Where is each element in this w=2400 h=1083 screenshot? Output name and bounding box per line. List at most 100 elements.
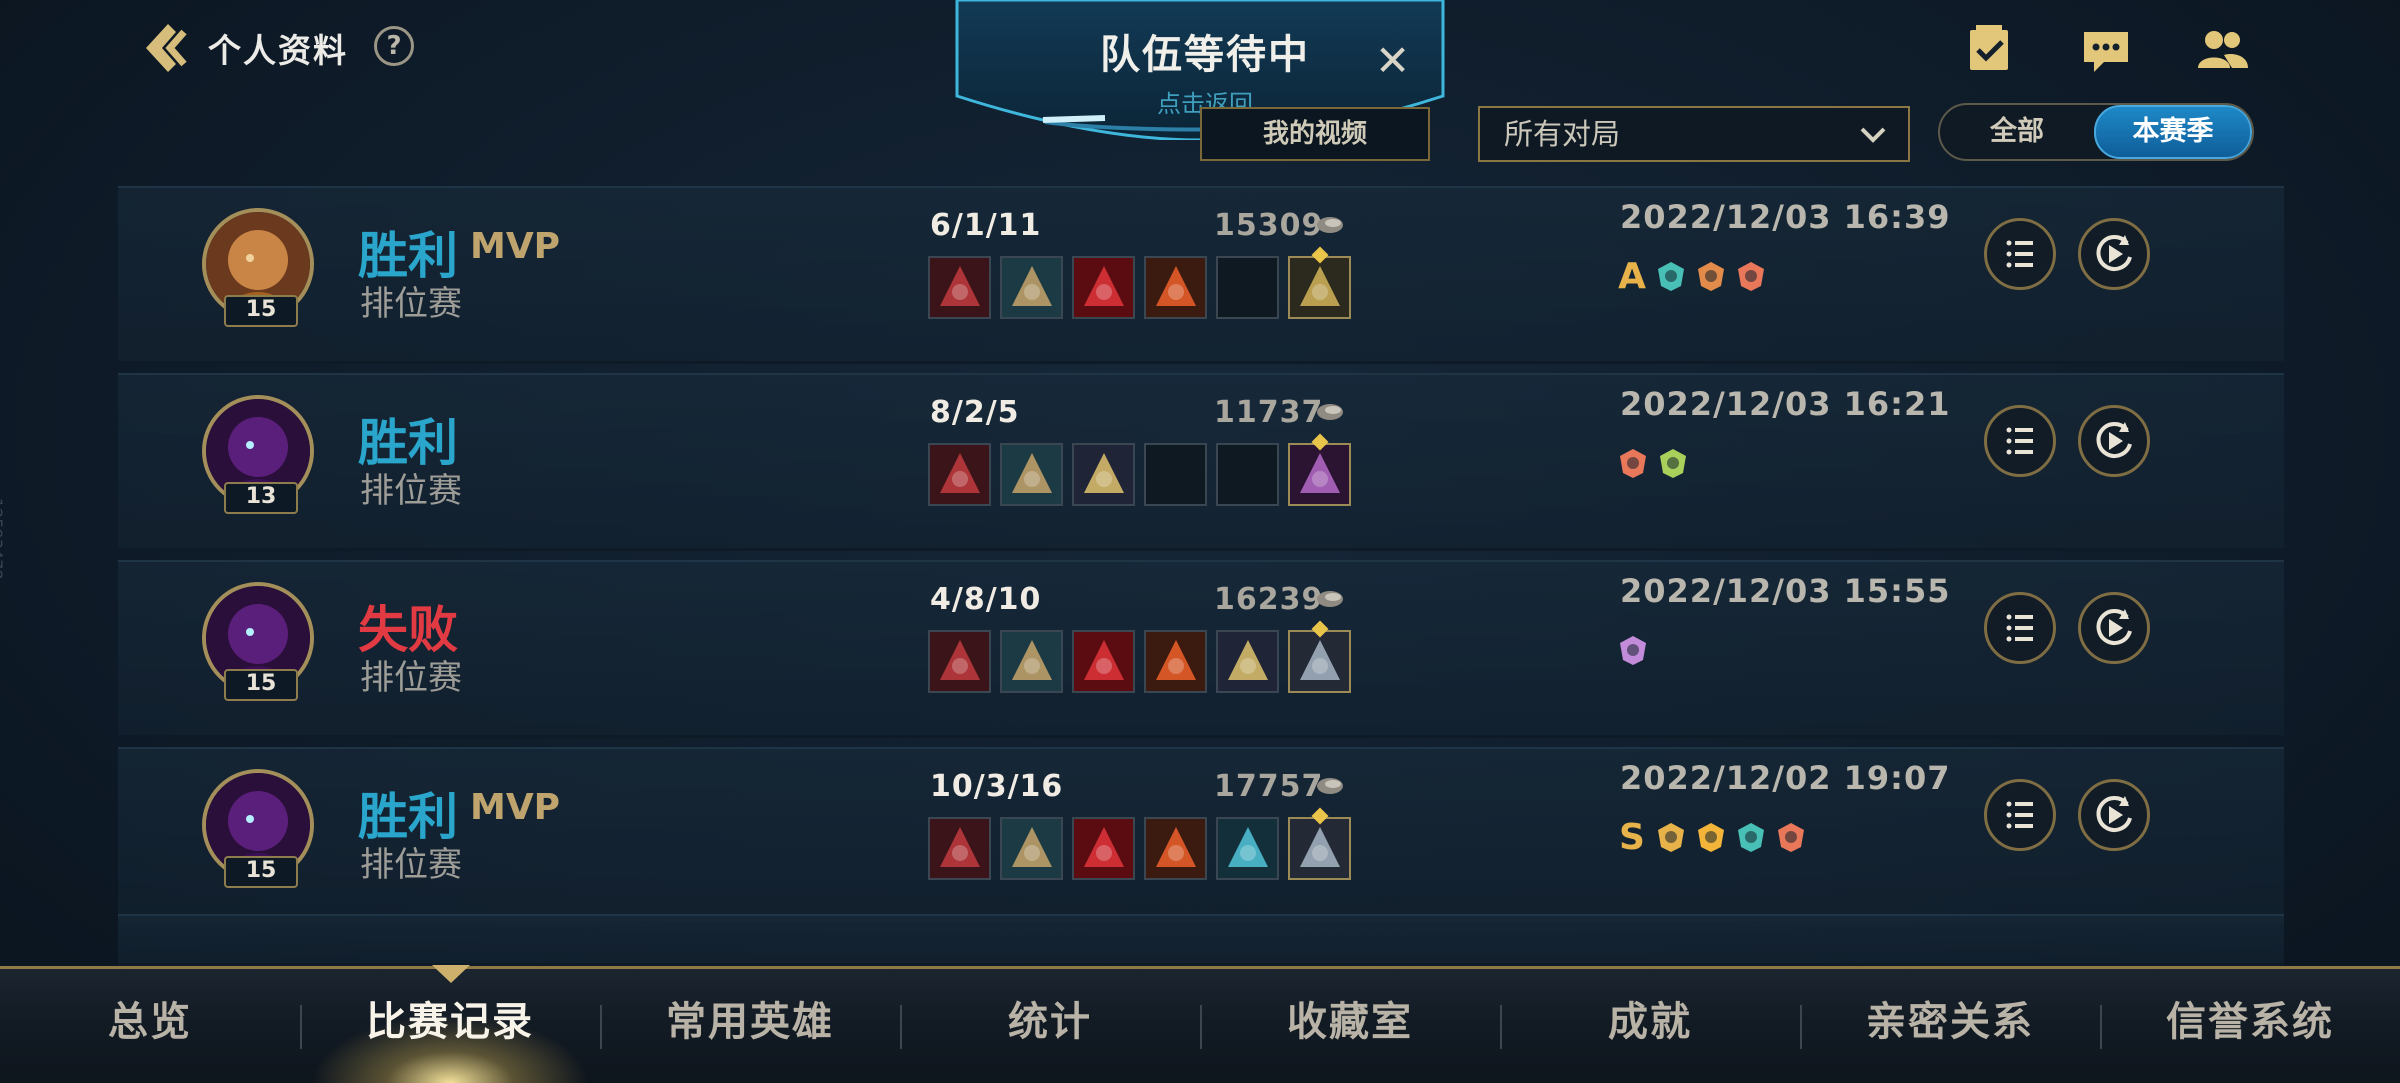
nav-tab[interactable]: 收藏室 bbox=[1200, 989, 1500, 1047]
nav-tab[interactable]: 比赛记录 bbox=[300, 989, 600, 1047]
blade-item-icon[interactable] bbox=[928, 256, 991, 319]
gauntlet-item-icon[interactable] bbox=[1000, 256, 1063, 319]
empty-item-slot[interactable] bbox=[1216, 443, 1279, 506]
toggle-this-season[interactable]: 本赛季 bbox=[2094, 105, 2252, 159]
close-icon[interactable]: ✕ bbox=[1375, 36, 1410, 85]
achievement-badges bbox=[1616, 630, 1650, 670]
scale-item-icon[interactable] bbox=[1216, 817, 1279, 880]
star-item-icon[interactable] bbox=[1072, 443, 1135, 506]
match-row[interactable]: 15 失败 排位赛 4/8/10 16239 2022/12/03 15:55 bbox=[118, 560, 2284, 738]
star-item-icon[interactable] bbox=[1216, 630, 1279, 693]
side-id-tag: 12593478 bbox=[0, 498, 6, 580]
replay-button[interactable] bbox=[2078, 405, 2150, 477]
match-details-button[interactable] bbox=[1984, 218, 2056, 290]
help-icon[interactable]: ? bbox=[374, 26, 414, 66]
match-details-button[interactable] bbox=[1984, 779, 2056, 851]
nav-tab[interactable]: 亲密关系 bbox=[1800, 989, 2100, 1047]
kda: 6/1/11 bbox=[930, 208, 1042, 243]
champion-level: 15 bbox=[224, 295, 298, 327]
replay-icon bbox=[2096, 422, 2132, 458]
nav-separator bbox=[1200, 1005, 1202, 1049]
list-icon bbox=[2006, 427, 2033, 455]
coin-icon bbox=[1317, 217, 1343, 233]
match-datetime: 2022/12/02 19:07 bbox=[1620, 759, 1951, 797]
flower-badge-icon bbox=[1778, 823, 1804, 852]
blade-item-icon[interactable] bbox=[928, 817, 991, 880]
replay-button[interactable] bbox=[2078, 779, 2150, 851]
flame-item-icon[interactable] bbox=[1144, 630, 1207, 693]
achievement-badges: S bbox=[1616, 817, 1808, 858]
fire-badge-icon bbox=[1698, 823, 1724, 852]
boots-item-icon[interactable] bbox=[1288, 433, 1351, 506]
season-toggle[interactable]: 全部 本赛季 bbox=[1938, 103, 2254, 161]
flame-item-icon[interactable] bbox=[1144, 256, 1207, 319]
match-filter-select[interactable]: 所有对局 bbox=[1478, 106, 1910, 162]
match-score: 17757 bbox=[1214, 769, 1324, 804]
match-datetime: 2022/12/03 16:39 bbox=[1620, 198, 1951, 236]
nav-separator bbox=[1800, 1005, 1802, 1049]
my-videos-button[interactable]: 我的视频 bbox=[1200, 107, 1430, 161]
match-filter-value: 所有对局 bbox=[1504, 117, 1621, 151]
helm-item-icon[interactable] bbox=[1288, 620, 1351, 693]
claw-item-icon[interactable] bbox=[1072, 630, 1135, 693]
gauntlet-item-icon[interactable] bbox=[1000, 443, 1063, 506]
blade-item-icon[interactable] bbox=[928, 443, 991, 506]
armor-item-icon[interactable] bbox=[1288, 246, 1351, 319]
claw-item-icon[interactable] bbox=[1072, 817, 1135, 880]
match-score: 16239 bbox=[1214, 582, 1324, 617]
shield-badge-icon bbox=[1658, 262, 1684, 291]
achievement-badges: A bbox=[1616, 255, 1768, 297]
list-icon bbox=[2006, 801, 2033, 829]
nav-tab[interactable]: 统计 bbox=[900, 989, 1200, 1047]
champion-level: 13 bbox=[224, 482, 298, 514]
gauntlet-item-icon[interactable] bbox=[1000, 817, 1063, 880]
blade-item-icon[interactable] bbox=[928, 630, 991, 693]
nav-separator bbox=[1500, 1005, 1502, 1049]
chat-icon[interactable] bbox=[2078, 22, 2134, 78]
match-row[interactable]: 13 胜利 排位赛 8/2/5 11737 2022/12/03 16:21 bbox=[118, 373, 2284, 551]
flower-badge-icon bbox=[1620, 449, 1646, 478]
toggle-all[interactable]: 全部 bbox=[1940, 105, 2094, 159]
nav-tab[interactable]: 总览 bbox=[0, 989, 300, 1047]
grade-badge: A bbox=[1618, 255, 1646, 297]
mvp-badge: MVP bbox=[470, 787, 561, 828]
replay-button[interactable] bbox=[2078, 592, 2150, 664]
match-mode: 排位赛 bbox=[360, 845, 462, 885]
nav-tab[interactable]: 常用英雄 bbox=[600, 989, 900, 1047]
match-details-button[interactable] bbox=[1984, 405, 2056, 477]
helm-item-icon[interactable] bbox=[1288, 807, 1351, 880]
replay-icon bbox=[2096, 235, 2132, 271]
nav-separator bbox=[600, 1005, 602, 1049]
match-row-partial[interactable] bbox=[118, 914, 2284, 966]
kda: 10/3/16 bbox=[930, 769, 1064, 804]
back-arrow-icon[interactable] bbox=[138, 18, 194, 78]
friends-icon[interactable] bbox=[2194, 22, 2250, 78]
item-slots bbox=[928, 620, 1351, 693]
flame-item-icon[interactable] bbox=[1144, 817, 1207, 880]
fist-badge-icon bbox=[1698, 262, 1724, 291]
empty-item-slot[interactable] bbox=[1144, 443, 1207, 506]
checklist-icon[interactable] bbox=[1962, 22, 2018, 78]
match-row[interactable]: 15 胜利 MVP 排位赛 6/1/11 15309 2022/12/03 16… bbox=[118, 186, 2284, 364]
replay-button[interactable] bbox=[2078, 218, 2150, 290]
active-tab-caret-icon bbox=[432, 965, 470, 983]
nav-tab[interactable]: 成就 bbox=[1500, 989, 1800, 1047]
leaf-badge-icon bbox=[1658, 823, 1684, 852]
item-slots bbox=[928, 807, 1351, 880]
claw-item-icon[interactable] bbox=[1072, 256, 1135, 319]
match-mode: 排位赛 bbox=[360, 284, 462, 324]
match-details-button[interactable] bbox=[1984, 592, 2056, 664]
mvp-badge: MVP bbox=[470, 226, 561, 267]
gauntlet-item-icon[interactable] bbox=[1000, 630, 1063, 693]
replay-icon bbox=[2096, 796, 2132, 832]
nav-separator bbox=[2100, 1005, 2102, 1049]
kda: 8/2/5 bbox=[930, 395, 1020, 430]
nav-tab[interactable]: 信誉系统 bbox=[2100, 989, 2400, 1047]
list-icon bbox=[2006, 614, 2033, 642]
shield-badge-icon bbox=[1738, 823, 1764, 852]
achievement-badges bbox=[1616, 443, 1690, 483]
match-row[interactable]: 15 胜利 MVP 排位赛 10/3/16 17757 2022/12/02 1… bbox=[118, 747, 2284, 925]
match-datetime: 2022/12/03 16:21 bbox=[1620, 385, 1951, 423]
coin-icon bbox=[1317, 591, 1343, 607]
empty-item-slot[interactable] bbox=[1216, 256, 1279, 319]
